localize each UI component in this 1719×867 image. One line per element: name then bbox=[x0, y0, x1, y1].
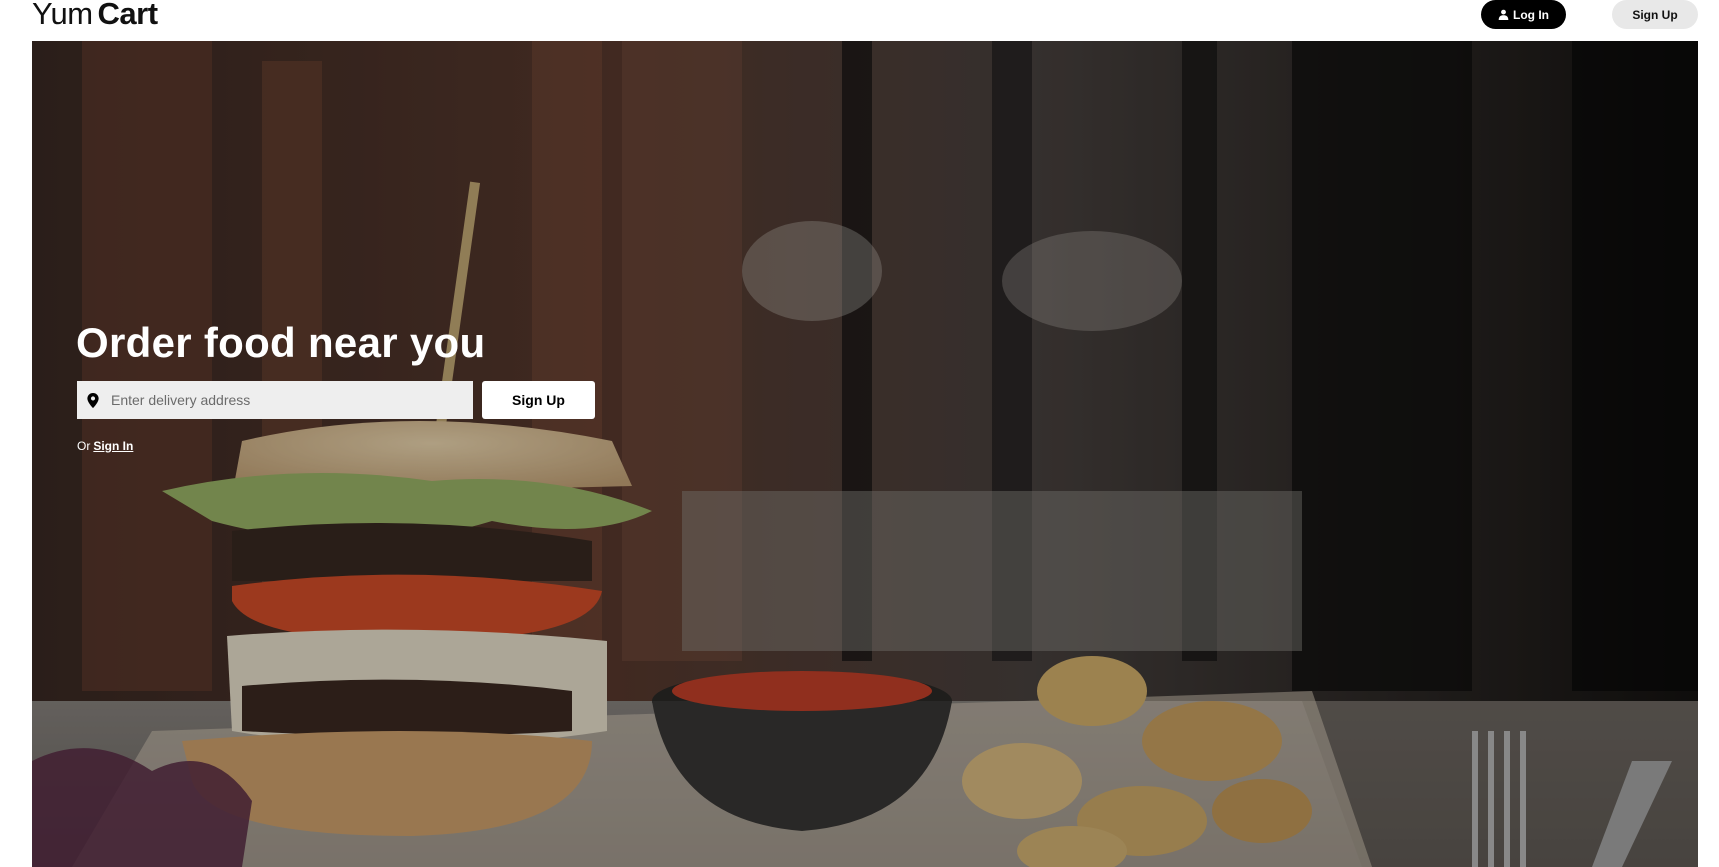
logo[interactable]: Yum Cart bbox=[32, 0, 158, 31]
map-pin-icon bbox=[87, 392, 99, 408]
hero-dark-overlay bbox=[32, 41, 1698, 867]
signin-prompt: Or Sign In bbox=[77, 439, 133, 453]
hero-signup-button[interactable]: Sign Up bbox=[482, 381, 595, 419]
delivery-address-input[interactable] bbox=[109, 391, 453, 409]
site-header: Yum Cart Log In Sign Up bbox=[0, 0, 1719, 41]
hero-title: Order food near you bbox=[76, 319, 486, 366]
login-label: Log In bbox=[1513, 7, 1549, 22]
signin-link[interactable]: Sign In bbox=[93, 439, 133, 453]
logo-text-bold: Cart bbox=[97, 0, 159, 31]
header-signup-button[interactable]: Sign Up bbox=[1612, 0, 1698, 29]
logo-text-light: Yum bbox=[32, 0, 93, 31]
user-icon bbox=[1498, 9, 1509, 20]
login-button[interactable]: Log In bbox=[1481, 0, 1566, 29]
or-text: Or bbox=[77, 439, 91, 453]
address-search-box[interactable] bbox=[77, 381, 473, 419]
hero-section: Order food near you Sign Up OrSign In bbox=[32, 41, 1698, 867]
